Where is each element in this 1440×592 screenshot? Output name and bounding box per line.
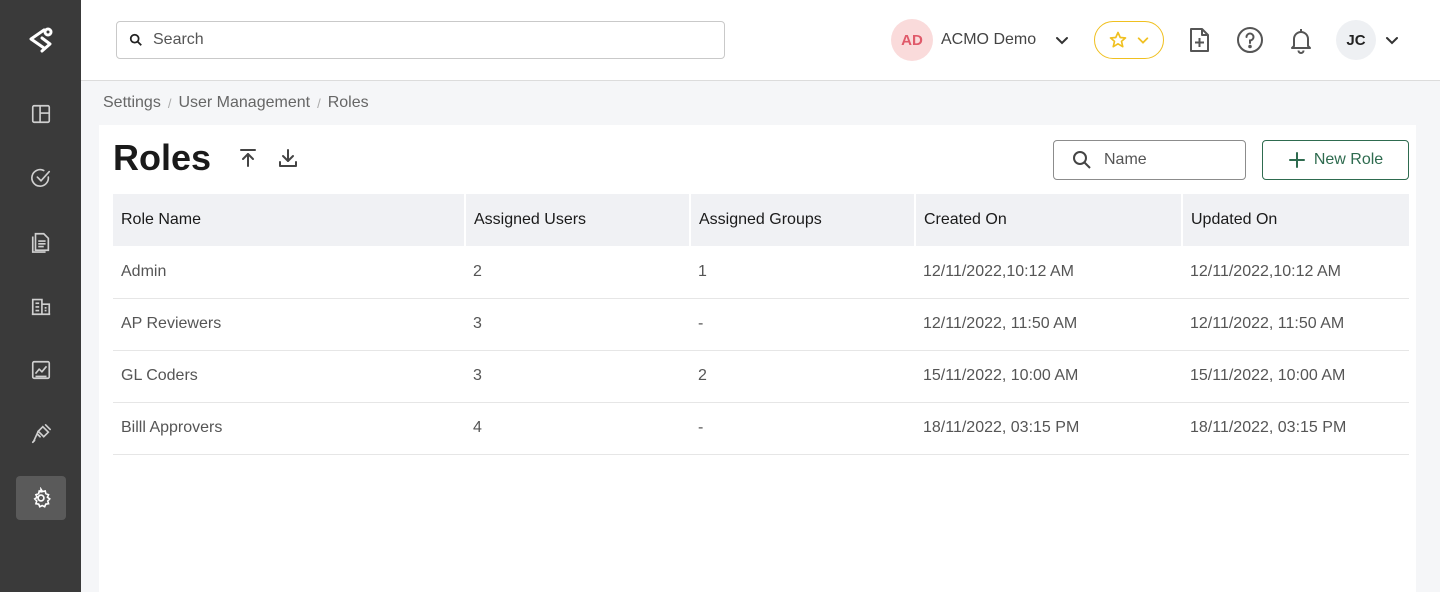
download-icon bbox=[279, 149, 298, 167]
cell-role-name[interactable]: Admin bbox=[113, 246, 465, 299]
table-row[interactable]: Admin 2 1 12/11/2022,10:12 AM 12/11/2022… bbox=[113, 246, 1409, 299]
global-search[interactable] bbox=[116, 21, 725, 59]
breadcrumb-settings[interactable]: Settings bbox=[103, 94, 161, 112]
breadcrumb-roles: Roles bbox=[327, 94, 369, 111]
org-avatar: AD bbox=[891, 19, 933, 61]
help-icon bbox=[1237, 27, 1263, 53]
sidebar-item-companies[interactable] bbox=[16, 284, 66, 328]
cell-created-on: 12/11/2022, 11:50 AM bbox=[915, 298, 1182, 351]
table-header-row: Role Name Assigned Users Assigned Groups… bbox=[113, 194, 1409, 246]
search-icon bbox=[1073, 151, 1091, 169]
sidebar-item-dashboard[interactable] bbox=[16, 92, 66, 136]
new-role-button[interactable]: New Role bbox=[1262, 140, 1409, 180]
roles-card: Roles New Role Role Name Assigned Users … bbox=[99, 125, 1416, 592]
cell-assigned-groups: 2 bbox=[690, 350, 915, 403]
plus-icon bbox=[1288, 152, 1305, 168]
sidebar-item-settings[interactable] bbox=[16, 476, 66, 520]
column-header-created-on[interactable]: Created On bbox=[915, 194, 1183, 246]
cell-assigned-users: 3 bbox=[465, 350, 690, 403]
cell-updated-on: 18/11/2022, 03:15 PM bbox=[1182, 402, 1409, 455]
cell-created-on: 12/11/2022,10:12 AM bbox=[915, 246, 1182, 299]
integrations-plug-icon bbox=[31, 424, 51, 444]
table-row[interactable]: Billl Approvers 4 - 18/11/2022, 03:15 PM… bbox=[113, 402, 1409, 455]
column-header-updated-on[interactable]: Updated On bbox=[1182, 194, 1409, 246]
cell-assigned-groups: - bbox=[690, 402, 915, 455]
sidebar-item-documents[interactable] bbox=[16, 220, 66, 264]
upload-button[interactable] bbox=[237, 147, 259, 169]
download-button[interactable] bbox=[277, 147, 299, 169]
cell-updated-on: 15/11/2022, 10:00 AM bbox=[1182, 350, 1409, 403]
breadcrumb-user-management[interactable]: User Management bbox=[178, 94, 310, 112]
chevron-down-icon bbox=[1137, 37, 1149, 44]
breadcrumb-separator: / bbox=[167, 95, 172, 111]
breadcrumb: Settings / User Management / Roles bbox=[103, 94, 369, 112]
cell-assigned-users: 4 bbox=[465, 402, 690, 455]
upload-icon bbox=[240, 149, 257, 167]
sidebar-item-reports[interactable] bbox=[16, 348, 66, 392]
cell-updated-on: 12/11/2022,10:12 AM bbox=[1182, 246, 1409, 299]
table-row[interactable]: AP Reviewers 3 - 12/11/2022, 11:50 AM 12… bbox=[113, 298, 1409, 351]
notifications-button[interactable] bbox=[1285, 24, 1317, 56]
cell-assigned-users: 2 bbox=[465, 246, 690, 299]
cell-created-on: 18/11/2022, 03:15 PM bbox=[915, 402, 1182, 455]
new-role-label: New Role bbox=[1313, 151, 1384, 168]
help-button[interactable] bbox=[1234, 24, 1266, 56]
breadcrumb-separator: / bbox=[317, 95, 321, 111]
column-header-assigned-groups[interactable]: Assigned Groups bbox=[690, 194, 916, 246]
documents-icon bbox=[31, 232, 50, 253]
chevron-down-icon bbox=[1386, 37, 1398, 45]
reports-chart-icon bbox=[31, 360, 51, 380]
org-switcher[interactable]: AD ACMO Demo bbox=[891, 19, 1070, 61]
name-filter-input[interactable] bbox=[1104, 151, 1224, 169]
dashboard-icon bbox=[31, 104, 51, 124]
cell-updated-on: 12/11/2022, 11:50 AM bbox=[1182, 298, 1409, 351]
tasks-check-icon bbox=[31, 168, 51, 187]
page-title: Roles bbox=[113, 137, 212, 178]
column-header-role-name[interactable]: Role Name bbox=[113, 194, 466, 246]
avatar: JC bbox=[1336, 20, 1376, 60]
user-menu[interactable]: JC bbox=[1336, 20, 1400, 60]
sidebar-item-integrations[interactable] bbox=[16, 412, 66, 456]
search-input[interactable] bbox=[153, 31, 653, 49]
new-document-button[interactable] bbox=[1183, 24, 1215, 56]
app-logo-icon[interactable] bbox=[24, 24, 56, 56]
search-icon bbox=[129, 33, 142, 46]
building-icon bbox=[31, 298, 51, 316]
star-icon bbox=[1109, 31, 1127, 48]
cell-assigned-groups: - bbox=[690, 298, 915, 351]
column-header-assigned-users[interactable]: Assigned Users bbox=[465, 194, 691, 246]
chevron-down-icon bbox=[1056, 37, 1069, 45]
settings-gear-icon bbox=[33, 487, 51, 508]
roles-table: Role Name Assigned Users Assigned Groups… bbox=[113, 194, 1409, 455]
add-document-icon bbox=[1190, 28, 1209, 52]
name-filter[interactable] bbox=[1053, 140, 1246, 180]
cell-assigned-groups: 1 bbox=[690, 246, 915, 299]
table-row[interactable]: GL Coders 3 2 15/11/2022, 10:00 AM 15/11… bbox=[113, 350, 1409, 403]
org-name: ACMO Demo bbox=[941, 31, 1037, 48]
sidebar bbox=[0, 0, 81, 592]
cell-role-name[interactable]: Billl Approvers bbox=[113, 402, 465, 455]
title-row: Roles bbox=[113, 137, 299, 179]
top-bar: AD ACMO Demo JC bbox=[81, 0, 1440, 81]
favorites-button[interactable] bbox=[1094, 21, 1164, 59]
cell-assigned-users: 3 bbox=[465, 298, 690, 351]
bell-icon bbox=[1291, 29, 1311, 54]
cell-role-name[interactable]: AP Reviewers bbox=[113, 298, 465, 351]
sidebar-item-tasks[interactable] bbox=[16, 156, 66, 200]
cell-created-on: 15/11/2022, 10:00 AM bbox=[915, 350, 1182, 403]
cell-role-name[interactable]: GL Coders bbox=[113, 350, 465, 403]
